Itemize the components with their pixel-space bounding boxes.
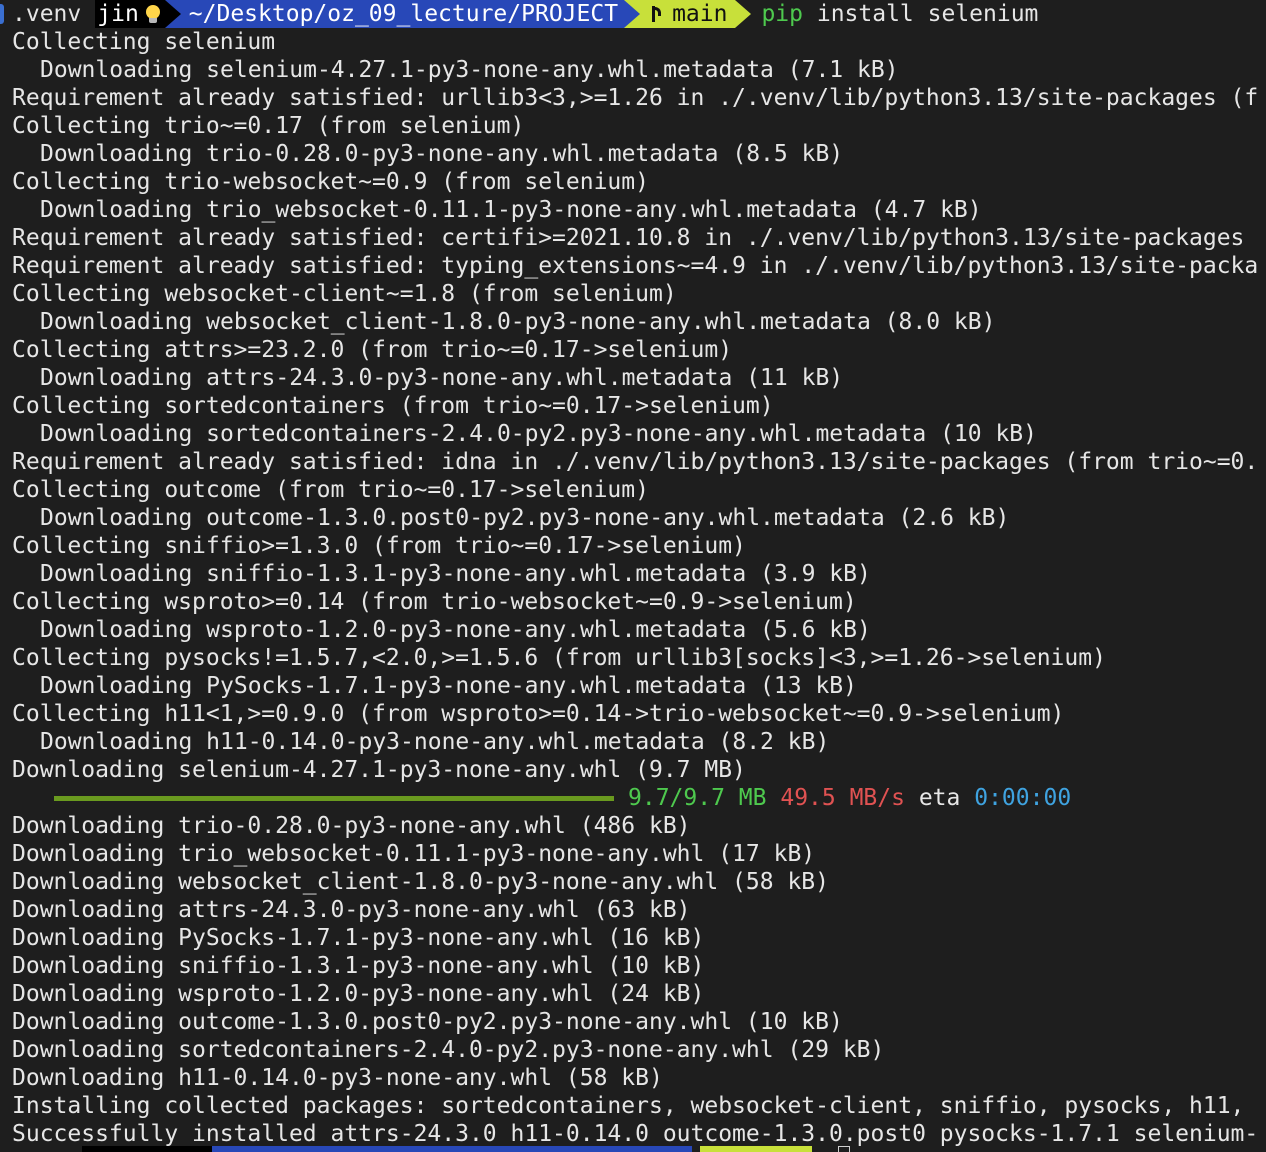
command-line: pip install selenium — [751, 0, 1038, 28]
user-segment: jin — [95, 0, 165, 28]
output-line: Collecting attrs>=23.2.0 (from trio~=0.1… — [12, 337, 733, 363]
text-cursor[interactable] — [838, 1146, 850, 1152]
git-branch-name: main — [672, 1, 728, 27]
output-line-detail: Downloading selenium-4.27.1-py3-none-any… — [40, 57, 899, 83]
output-line-detail: Downloading PySocks-1.7.1-py3-none-any.w… — [40, 673, 857, 699]
path-segment: ~/Desktop/oz_09_lecture/PROJECT — [180, 0, 625, 28]
output-line: Downloading outcome-1.3.0.post0-py2.py3-… — [12, 1009, 843, 1035]
next-prompt-partial — [0, 1146, 1266, 1152]
output-line: Downloading sortedcontainers-2.4.0-py2.p… — [12, 1037, 885, 1063]
output-line: Requirement already satisfied: typing_ex… — [12, 253, 1259, 279]
progress-size: 9.7/9.7 MB — [628, 785, 767, 811]
output-line: Collecting pysocks!=1.5.7,<2.0,>=1.5.6 (… — [12, 645, 1106, 671]
progress-bar-fill — [54, 795, 614, 801]
venv-segment: .venv — [0, 0, 96, 28]
output-line: Downloading sniffio-1.3.1-py3-none-any.w… — [12, 953, 705, 979]
output-line: Collecting sniffio>=1.3.0 (from trio~=0.… — [12, 533, 746, 559]
segment-separator-icon — [624, 0, 641, 28]
user-segment-partial — [82, 1146, 212, 1152]
git-segment-partial — [700, 1146, 812, 1152]
output-line-detail: Downloading outcome-1.3.0.post0-py2.py3-… — [40, 505, 1010, 531]
progress-eta: 0:00:00 — [974, 785, 1072, 811]
progress-eta-label: eta — [918, 785, 961, 811]
progress-speed: 49.5 MB/s — [780, 785, 905, 811]
git-segment: main — [640, 0, 736, 28]
output-line-detail: Downloading trio_websocket-0.11.1-py3-no… — [40, 197, 982, 223]
output-line: Collecting sortedcontainers (from trio~=… — [12, 393, 774, 419]
progress-bar — [54, 795, 614, 801]
output-line: Downloading websocket_client-1.8.0-py3-n… — [12, 869, 829, 895]
segment-separator-icon — [735, 0, 752, 28]
output-line: Collecting selenium — [12, 29, 276, 55]
output-line: Downloading selenium-4.27.1-py3-none-any… — [12, 757, 746, 783]
command-arguments: install selenium — [803, 1, 1039, 27]
output-line: Collecting outcome (from trio~=0.17->sel… — [12, 477, 649, 503]
output-line: Installing collected packages: sortedcon… — [12, 1093, 1245, 1119]
output-line-detail: Downloading sniffio-1.3.1-py3-none-any.w… — [40, 561, 871, 587]
output-line: Downloading trio-0.28.0-py3-none-any.whl… — [12, 813, 691, 839]
output-line-detail: Downloading trio-0.28.0-py3-none-any.whl… — [40, 141, 844, 167]
output-line-detail: Downloading h11-0.14.0-py3-none-any.whl.… — [40, 729, 830, 755]
output-line-detail: Downloading sortedcontainers-2.4.0-py2.p… — [40, 421, 1037, 447]
output-line: Collecting websocket-client~=1.8 (from s… — [12, 281, 677, 307]
output-line: Requirement already satisfied: idna in .… — [12, 449, 1259, 475]
path-segment-partial — [212, 1146, 692, 1152]
git-branch-icon — [650, 4, 662, 24]
download-progress: 9.7/9.7 MB 49.5 MB/s eta 0:00:00 — [54, 784, 1071, 812]
lightbulb-icon — [145, 4, 161, 24]
output-line: Downloading wsproto-1.2.0-py3-none-any.w… — [12, 981, 705, 1007]
output-line: Downloading PySocks-1.7.1-py3-none-any.w… — [12, 925, 705, 951]
output-line: Downloading attrs-24.3.0-py3-none-any.wh… — [12, 897, 691, 923]
output-line: Requirement already satisfied: certifi>=… — [12, 225, 1245, 251]
output-line-detail: Downloading websocket_client-1.8.0-py3-n… — [40, 309, 996, 335]
output-line: Collecting trio~=0.17 (from selenium) — [12, 113, 525, 139]
segment-separator-icon — [164, 0, 181, 28]
output-line: Successfully installed attrs-24.3.0 h11-… — [12, 1121, 1259, 1147]
output-line-detail: Downloading attrs-24.3.0-py3-none-any.wh… — [40, 365, 844, 391]
output-line: Requirement already satisfied: urllib3<3… — [12, 85, 1259, 111]
command-binary: pip — [761, 1, 803, 27]
shell-prompt: .venv jin ~/Desktop/oz_09_lecture/PROJEC… — [0, 0, 1038, 28]
output-line-detail: Downloading wsproto-1.2.0-py3-none-any.w… — [40, 617, 871, 643]
output-line: Downloading trio_websocket-0.11.1-py3-no… — [12, 841, 816, 867]
output-line: Collecting trio-websocket~=0.9 (from sel… — [12, 169, 649, 195]
output-line: Downloading h11-0.14.0-py3-none-any.whl … — [12, 1065, 663, 1091]
output-line: Collecting wsproto>=0.14 (from trio-webs… — [12, 589, 857, 615]
terminal-window[interactable]: .venv jin ~/Desktop/oz_09_lecture/PROJEC… — [0, 0, 1266, 1152]
output-line: Collecting h11<1,>=0.9.0 (from wsproto>=… — [12, 701, 1065, 727]
username: jin — [97, 1, 139, 27]
